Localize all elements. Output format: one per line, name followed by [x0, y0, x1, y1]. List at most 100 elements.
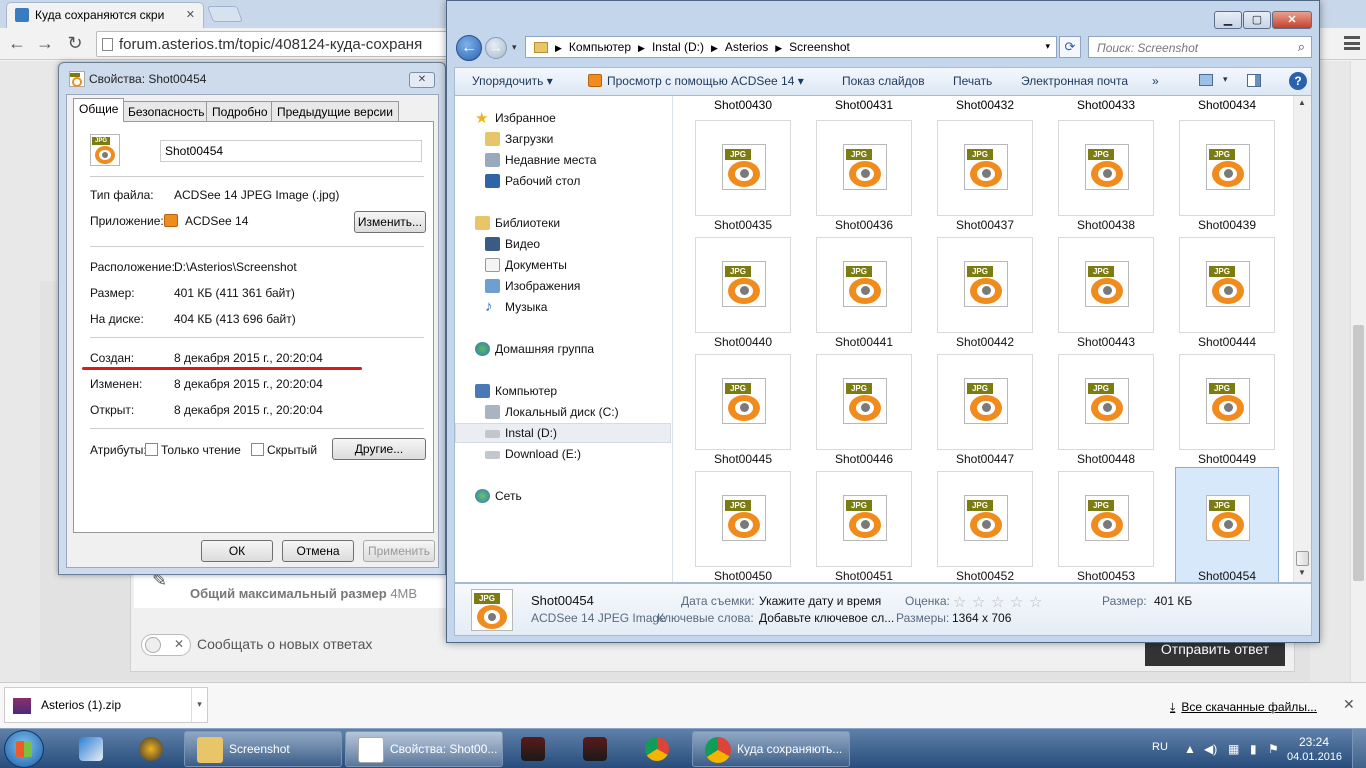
more-commands-button[interactable]: »	[1152, 74, 1159, 88]
slideshow-button[interactable]: Показ слайдов	[842, 74, 925, 88]
notify-toggle[interactable]: ✕	[141, 634, 191, 656]
nav-drive-e[interactable]: Download (E:)	[485, 447, 581, 461]
page-scrollbar[interactable]	[1350, 61, 1366, 682]
nav-recent[interactable]: Недавние места	[485, 153, 596, 167]
nav-libraries[interactable]: Библиотеки	[475, 216, 560, 230]
keywords-value[interactable]: Добавьте ключевое сл...	[759, 611, 894, 625]
refresh-icon[interactable]: ⟳	[1059, 36, 1081, 58]
close-window-button[interactable]: ✕	[1272, 11, 1312, 29]
nav-images[interactable]: Изображения	[485, 279, 580, 293]
taskbar-chrome-button[interactable]: Куда сохраняють...	[692, 731, 850, 767]
taskbar-properties-button[interactable]: Свойства: Shot00...	[345, 731, 503, 767]
view-with-acdsee-button[interactable]: Просмотр с помощью ACDSee 14 ▾	[588, 74, 804, 88]
pinned-app-icon[interactable]	[66, 732, 116, 766]
scroll-down-icon[interactable]: ▼	[1298, 568, 1306, 577]
nav-music[interactable]: ♪ Музыка	[485, 298, 547, 315]
file-grid-scrollbar[interactable]: ▲ ▼	[1293, 96, 1311, 582]
volume-icon[interactable]: ◀)	[1204, 742, 1217, 756]
search-input[interactable]: Поиск: Screenshot ⌕	[1088, 36, 1312, 58]
forward-arrow-icon[interactable]: →	[34, 32, 56, 54]
nav-downloads[interactable]: Загрузки	[485, 132, 553, 146]
rating-star-icon[interactable]: ☆	[1029, 593, 1042, 611]
advanced-attributes-button[interactable]: Другие...	[332, 438, 426, 460]
search-icon[interactable]: ⌕	[1298, 39, 1305, 55]
nav-homegroup[interactable]: Домашняя группа	[475, 342, 594, 356]
breadcrumb-screenshot[interactable]: Screenshot	[789, 40, 850, 54]
language-indicator[interactable]: RU	[1152, 741, 1168, 753]
download-menu-arrow-icon[interactable]: ▾	[191, 688, 207, 722]
close-tab-icon[interactable]: ✕	[186, 8, 195, 21]
taskbar-explorer-button[interactable]: Screenshot	[184, 731, 342, 767]
change-view-icon[interactable]	[1199, 74, 1213, 86]
ok-button[interactable]: ОК	[201, 540, 273, 562]
nav-desktop[interactable]: Рабочий стол	[485, 174, 580, 188]
cancel-button[interactable]: Отмена	[282, 540, 354, 562]
show-desktop-button[interactable]	[1352, 729, 1366, 768]
chevron-right-icon[interactable]: ▶	[711, 43, 718, 53]
all-downloads-link[interactable]: ⤓ Все скачанные файлы...	[1170, 700, 1317, 715]
file-label-partial[interactable]: Shot00432	[923, 98, 1047, 112]
tab-details[interactable]: Подробно	[206, 101, 274, 121]
date-taken-value[interactable]: Укажите дату и время	[759, 594, 881, 608]
pinned-game-launcher-icon[interactable]	[126, 732, 176, 766]
help-icon[interactable]: ?	[1289, 72, 1307, 90]
clock-date[interactable]: 04.01.2016	[1287, 751, 1342, 763]
chevron-right-icon[interactable]: ▶	[638, 43, 645, 53]
rating-star-icon[interactable]: ☆	[953, 593, 966, 611]
chevron-right-icon[interactable]: ▶	[775, 43, 782, 53]
clock-time[interactable]: 23:24	[1299, 735, 1329, 749]
tray-expand-icon[interactable]: ▲	[1184, 742, 1196, 756]
game-client-icon[interactable]	[570, 732, 620, 766]
hidden-checkbox[interactable]	[251, 443, 264, 456]
email-button[interactable]: Электронная почта	[1021, 74, 1128, 88]
chevron-right-icon[interactable]: ▶	[555, 43, 562, 53]
address-dropdown-icon[interactable]: ▾	[1045, 41, 1050, 52]
scroll-thumb[interactable]	[1296, 551, 1309, 566]
flag-icon[interactable]: ⚑	[1268, 742, 1279, 756]
nav-network[interactable]: Сеть	[475, 489, 522, 503]
nav-documents[interactable]: Документы	[485, 258, 567, 272]
power-icon[interactable]: ▮	[1250, 742, 1257, 756]
print-button[interactable]: Печать	[953, 74, 992, 88]
nav-favorites[interactable]: ★ Избранное	[475, 110, 556, 127]
forward-icon[interactable]: →	[485, 37, 507, 59]
close-shelf-icon[interactable]: ✕	[1343, 696, 1355, 713]
rating-star-icon[interactable]: ☆	[1010, 593, 1023, 611]
minimize-button[interactable]: ▁	[1214, 11, 1242, 29]
game-client-icon[interactable]	[508, 732, 558, 766]
scroll-up-icon[interactable]: ▲	[1298, 98, 1306, 107]
breadcrumb-drive[interactable]: Instal (D:)	[652, 40, 704, 54]
new-tab-button[interactable]	[207, 6, 243, 22]
back-arrow-icon[interactable]: ←	[6, 32, 28, 54]
nav-drive-d[interactable]: Instal (D:)	[485, 426, 557, 440]
file-name-input[interactable]: Shot00454	[160, 140, 422, 162]
chrome-menu-icon[interactable]	[1344, 36, 1360, 50]
nav-video[interactable]: Видео	[485, 237, 540, 251]
readonly-checkbox[interactable]	[145, 443, 158, 456]
download-item[interactable]: Asterios (1).zip ▾	[4, 687, 208, 723]
file-label-partial[interactable]: Shot00433	[1044, 98, 1168, 112]
preview-pane-icon[interactable]	[1247, 74, 1261, 87]
maximize-button[interactable]: ▢	[1243, 11, 1271, 29]
address-breadcrumb[interactable]: ▶ Компьютер ▶ Instal (D:) ▶ Asterios ▶ Screensh…	[525, 36, 1057, 58]
nav-drive-c[interactable]: Локальный диск (C:)	[485, 405, 619, 419]
breadcrumb-asterios[interactable]: Asterios	[725, 40, 768, 54]
reload-icon[interactable]: ↻	[64, 32, 86, 54]
change-app-button[interactable]: Изменить...	[354, 211, 426, 233]
nav-computer[interactable]: Компьютер	[475, 384, 557, 398]
page-scroll-thumb[interactable]	[1353, 325, 1364, 581]
views-dropdown-icon[interactable]: ▾	[1223, 74, 1228, 85]
file-label-partial[interactable]: Shot00434	[1165, 98, 1289, 112]
file-label-partial[interactable]: Shot00430	[681, 98, 805, 112]
browser-tab-active[interactable]: Куда сохраняются скри ✕	[6, 2, 204, 28]
breadcrumb-computer[interactable]: Компьютер	[569, 40, 631, 54]
start-button[interactable]	[4, 730, 44, 768]
rating-star-icon[interactable]: ☆	[972, 593, 985, 611]
back-icon[interactable]: ←	[456, 35, 482, 61]
tab-security[interactable]: Безопасность	[122, 101, 211, 121]
apply-button[interactable]: Применить	[363, 540, 435, 562]
dialog-close-button[interactable]: ✕	[409, 72, 435, 88]
tab-previous-versions[interactable]: Предыдущие версии	[271, 101, 399, 121]
rating-star-icon[interactable]: ☆	[991, 593, 1004, 611]
tab-general[interactable]: Общие	[73, 98, 125, 122]
